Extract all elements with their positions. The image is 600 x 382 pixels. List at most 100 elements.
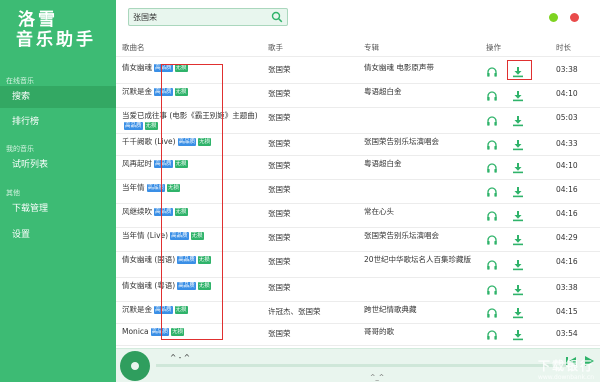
song-singer[interactable]: 张国荣 (268, 65, 348, 75)
headphones-icon[interactable] (486, 234, 498, 246)
song-duration: 03:38 (556, 283, 578, 292)
quality-badge-hq: 高品质 (124, 122, 143, 130)
song-duration: 04:10 (556, 161, 578, 170)
sidebar: 洛雪 音乐助手 在线音乐 搜索 排行榜 我的音乐 试听列表 其他 下载管理 设置 (0, 0, 116, 382)
headphones-icon[interactable] (486, 115, 498, 127)
song-album[interactable]: 哥哥的歌 (364, 327, 482, 337)
song-album[interactable]: 张国荣告别乐坛演唱会 (364, 137, 482, 147)
song-singer[interactable]: 张国荣 (268, 113, 348, 123)
song-duration: 04:16 (556, 257, 578, 266)
song-album[interactable]: 20世纪中华歌坛名人百集珍藏版 (364, 255, 482, 265)
download-icon[interactable] (512, 284, 524, 296)
song-duration: 04:16 (556, 209, 578, 218)
player-bar: ^ - ^ ^_^ 下载银行 www.downbank.cn (116, 348, 600, 382)
app-logo: 洛雪 音乐助手 (16, 10, 108, 50)
song-album[interactable]: 粤语超白金 (364, 159, 482, 169)
headphones-icon[interactable] (486, 162, 498, 174)
download-icon[interactable] (512, 90, 524, 102)
song-singer[interactable]: 张国荣 (268, 329, 348, 339)
song-singer[interactable]: 张国荣 (268, 161, 348, 171)
song-duration: 04:10 (556, 89, 578, 98)
song-singer[interactable]: 张国荣 (268, 283, 348, 293)
headphones-icon[interactable] (486, 284, 498, 296)
brand-line1: 洛雪 (18, 10, 58, 30)
song-album[interactable]: 跨世纪情歌典藏 (364, 305, 482, 315)
header-duration: 时长 (556, 43, 571, 52)
download-icon[interactable] (512, 210, 524, 222)
now-playing-title: ^ - ^ (170, 353, 191, 362)
headphones-icon[interactable] (486, 186, 498, 198)
header-action: 操作 (486, 43, 501, 52)
minimize-button[interactable] (549, 13, 558, 22)
quality-badge-lossless: 无损 (144, 122, 158, 130)
search-box (128, 8, 288, 26)
table-header: 歌曲名 歌手 专辑 操作 时长 (116, 42, 600, 54)
highlight-box-download (507, 60, 532, 80)
header-album: 专辑 (364, 43, 379, 52)
song-title-text: 风继续吹 (122, 207, 152, 216)
song-duration: 05:03 (556, 113, 578, 122)
search-input[interactable] (129, 9, 269, 25)
download-icon[interactable] (512, 186, 524, 198)
headphones-icon[interactable] (486, 66, 498, 78)
song-duration: 04:16 (556, 185, 578, 194)
song-duration: 03:54 (556, 329, 578, 338)
song-singer[interactable]: 张国荣 (268, 257, 348, 267)
song-album[interactable]: 张国荣告别乐坛演唱会 (364, 231, 482, 241)
watermark-logo: 下载银行 (538, 357, 594, 374)
headphones-icon[interactable] (486, 210, 498, 222)
sidebar-item-downloads[interactable]: 下载管理 (0, 198, 116, 220)
sidebar-item-search[interactable]: 搜索 (0, 86, 116, 108)
sidebar-item-playlist[interactable]: 试听列表 (0, 154, 116, 176)
download-icon[interactable] (512, 162, 524, 174)
song-singer[interactable]: 张国荣 (268, 209, 348, 219)
brand-line2: 音乐助手 (16, 30, 96, 50)
song-title-text: 风再起时 (122, 159, 152, 168)
song-title-text: 沉默是金 (122, 87, 152, 96)
headphones-icon[interactable] (486, 329, 498, 341)
song-album[interactable]: 常在心头 (364, 207, 482, 217)
song-singer[interactable]: 张国荣 (268, 89, 348, 99)
download-icon[interactable] (512, 307, 524, 319)
song-title-text: 倩女幽魂 (122, 63, 152, 72)
progress-bar[interactable] (156, 364, 566, 367)
watermark-url: www.downbank.cn (537, 374, 594, 381)
song-singer[interactable]: 张国荣 (268, 233, 348, 243)
main-panel: 歌曲名 歌手 专辑 操作 时长 倩女幽魂高品质无损张国荣倩女幽魂 电影原声带03… (116, 0, 600, 382)
headphones-icon[interactable] (486, 90, 498, 102)
header-title: 歌曲名 (122, 43, 145, 52)
download-icon[interactable] (512, 115, 524, 127)
download-icon[interactable] (512, 234, 524, 246)
header-singer: 歌手 (268, 43, 283, 52)
section-title-my: 我的音乐 (6, 145, 34, 153)
section-title-online: 在线音乐 (6, 77, 34, 85)
song-duration: 04:29 (556, 233, 578, 242)
song-singer[interactable]: 张国荣 (268, 139, 348, 149)
download-icon[interactable] (512, 259, 524, 271)
download-icon[interactable] (512, 139, 524, 151)
download-icon[interactable] (512, 329, 524, 341)
row-divider (116, 345, 600, 346)
time-readout: ^_^ (370, 373, 385, 381)
search-icon[interactable] (271, 11, 283, 23)
song-title-text: Monica (122, 327, 149, 336)
song-album[interactable]: 粤语超白金 (364, 87, 482, 97)
close-button[interactable] (570, 13, 579, 22)
headphones-icon[interactable] (486, 259, 498, 271)
song-title-text: 当年情 (122, 183, 145, 192)
watermark-text: 下载银行 (537, 359, 594, 373)
sidebar-item-settings[interactable]: 设置 (0, 224, 116, 246)
headphones-icon[interactable] (486, 307, 498, 319)
headphones-icon[interactable] (486, 139, 498, 151)
song-title-text: 沉默是金 (122, 305, 152, 314)
song-duration: 04:15 (556, 307, 578, 316)
song-singer[interactable]: 许冠杰、张国荣 (268, 307, 348, 317)
section-title-other: 其他 (6, 189, 20, 197)
song-duration: 04:33 (556, 139, 578, 148)
sidebar-item-charts[interactable]: 排行榜 (0, 111, 116, 133)
highlight-box-tags (161, 64, 223, 340)
album-disc-icon[interactable] (120, 351, 150, 381)
header-divider (116, 56, 600, 57)
song-album[interactable]: 倩女幽魂 电影原声带 (364, 63, 482, 73)
song-singer[interactable]: 张国荣 (268, 185, 348, 195)
